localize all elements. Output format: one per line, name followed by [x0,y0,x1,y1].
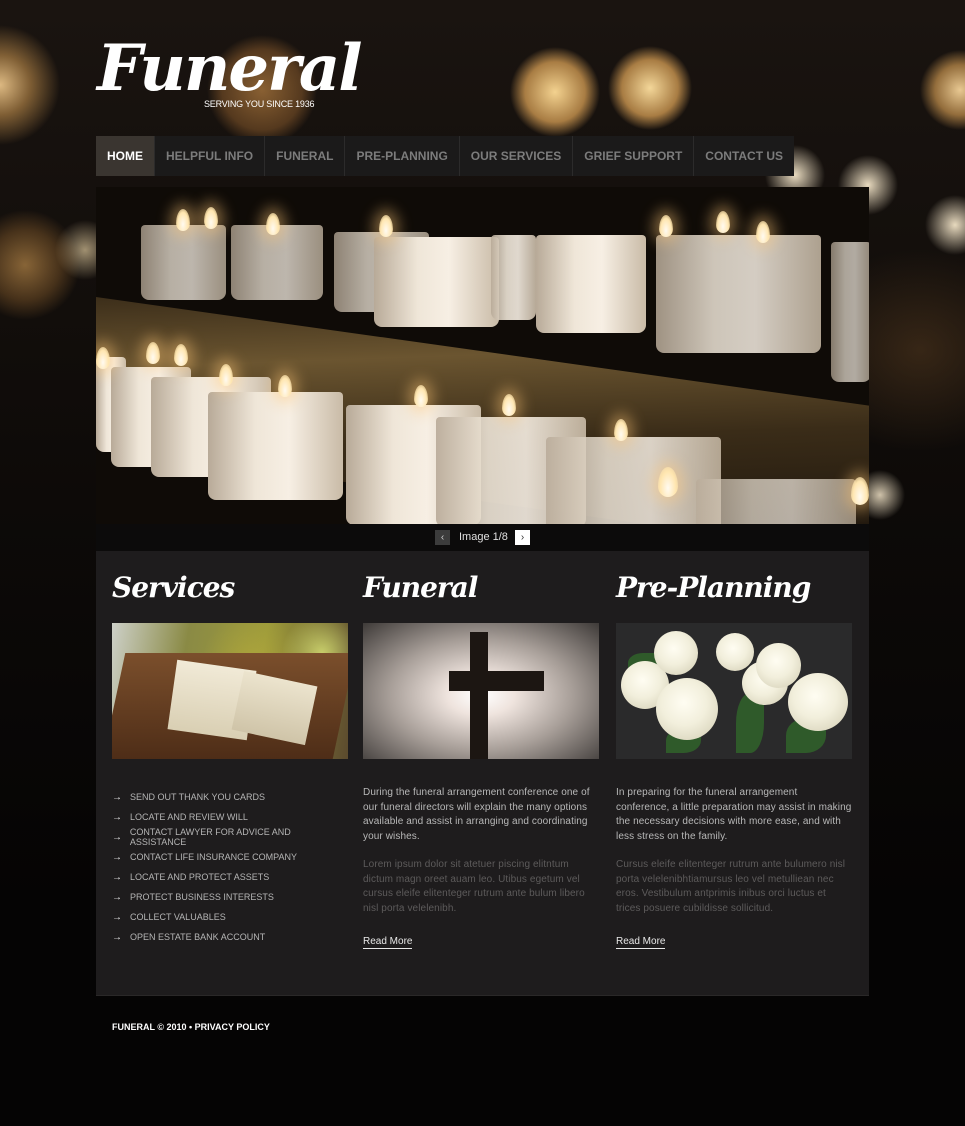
slider-controls: ‹ Image 1/8 › [96,524,869,551]
list-item[interactable]: → COLLECT VALUABLES [112,907,348,927]
services-image-bible [112,623,348,759]
nav-item-helpful-info[interactable]: HELPFUL INFO [155,136,266,176]
slide-image-candles [96,187,869,524]
list-item-label: LOCATE AND PROTECT ASSETS [130,872,270,882]
flame-shape [176,209,190,231]
flame-shape [146,342,160,364]
image-slider [96,187,869,524]
slider-prev-button[interactable]: ‹ [435,530,450,545]
rose-shape [788,673,848,731]
slider-counter: Image 1/8 [459,531,508,543]
services-title: Services [112,571,235,604]
flame-shape [756,221,770,243]
list-item[interactable]: → LOCATE AND REVIEW WILL [112,807,348,827]
flame-shape [414,385,428,407]
funeral-image-cross [363,623,599,759]
list-item-label: CONTACT LIFE INSURANCE COMPANY [130,852,298,862]
funeral-description: During the funeral arrangement conferenc… [363,787,590,842]
list-item-label: COLLECT VALUABLES [130,912,226,922]
slider-next-button[interactable]: › [515,530,530,545]
flame-shape [204,207,218,229]
arrow-right-icon: → [112,851,122,863]
preplanning-lorem: Cursus eleife elitenteger rutrum ante bu… [616,859,846,914]
rose-shape [654,631,698,675]
list-item-label: LOCATE AND REVIEW WILL [130,812,248,822]
list-item-label: PROTECT BUSINESS INTERESTS [130,892,274,902]
preplanning-title: Pre-Planning [616,571,811,604]
candle-shape [231,225,323,300]
logo[interactable]: Funeral SERVING YOU SINCE 1936 [97,34,363,110]
main-nav: HOME HELPFUL INFO FUNERAL PRE-PLANNING O… [96,136,795,176]
services-list: → SEND OUT THANK YOU CARDS → LOCATE AND RE… [112,787,348,947]
flame-shape [266,213,280,235]
arrow-right-icon: → [112,911,122,923]
logo-title[interactable]: Funeral [97,34,363,104]
arrow-right-icon: → [112,831,122,843]
nav-item-our-services[interactable]: OUR SERVICES [460,136,574,176]
nav-item-funeral[interactable]: FUNERAL [265,136,346,176]
candle-shape [141,225,226,300]
candle-shape [536,235,646,333]
cross-icon-bar [449,671,544,691]
list-item[interactable]: → PROTECT BUSINESS INTERESTS [112,887,348,907]
arrow-right-icon: → [112,871,122,883]
candle-shape [491,235,536,320]
list-item[interactable]: → CONTACT LIFE INSURANCE COMPANY [112,847,348,867]
privacy-policy-link[interactable]: PRIVACY POLICY [195,1022,270,1032]
flame-shape [716,211,730,233]
flame-shape [278,375,292,397]
arrow-right-icon: → [112,791,122,803]
flame-shape [174,344,188,366]
flame-shape [96,347,110,369]
nav-item-contact-us[interactable]: CONTACT US [694,136,794,176]
rose-shape [656,678,718,740]
list-item[interactable]: → LOCATE AND PROTECT ASSETS [112,867,348,887]
funeral-lorem: Lorem ipsum dolor sit atetuer piscing el… [363,859,585,914]
footer: FUNERAL © 2010 • PRIVACY POLICY [112,1022,270,1032]
funeral-read-more-link[interactable]: Read More [363,936,413,949]
candle-shape [374,237,499,327]
preplanning-description: In preparing for the funeral arrangement… [616,787,852,842]
rose-shape [716,633,754,671]
nav-item-home[interactable]: HOME [96,136,155,176]
list-item-label: CONTACT LAWYER FOR ADVICE AND ASSISTANCE [129,827,291,847]
candle-shape [656,235,821,353]
list-item-label: SEND OUT THANK YOU CARDS [130,792,266,802]
candle-shape [696,479,856,524]
arrow-right-icon: → [112,891,122,903]
nav-item-grief-support[interactable]: GRIEF SUPPORT [573,136,695,176]
preplanning-image-roses [616,623,852,759]
preplanning-read-more-link[interactable]: Read More [616,936,666,949]
funeral-title: Funeral [363,571,478,604]
content-panel: Services → SEND OUT THANK YOU CARDS → LOCA… [96,551,869,996]
footer-copyright: FUNERAL © 2010 • [112,1022,195,1032]
flame-shape [502,394,516,416]
candle-shape [831,242,869,382]
arrow-right-icon: → [112,931,122,943]
flame-shape [614,419,628,441]
arrow-right-icon: → [112,811,122,823]
list-item[interactable]: → CONTACT LAWYER FOR ADVICE AND ASSISTANC… [112,827,348,847]
list-item[interactable]: → OPEN ESTATE BANK ACCOUNT [112,927,348,947]
candle-shape [546,437,721,524]
rose-shape [756,643,801,688]
flame-shape [219,364,233,386]
list-item-label: OPEN ESTATE BANK ACCOUNT [130,932,266,942]
nav-item-pre-planning[interactable]: PRE-PLANNING [345,136,460,176]
candle-shape [208,392,343,500]
logo-tagline: SERVING YOU SINCE 1936 [204,99,315,109]
flame-shape [659,215,673,237]
flame-shape [379,215,393,237]
cross-icon [470,632,488,759]
list-item[interactable]: → SEND OUT THANK YOU CARDS [112,787,348,807]
